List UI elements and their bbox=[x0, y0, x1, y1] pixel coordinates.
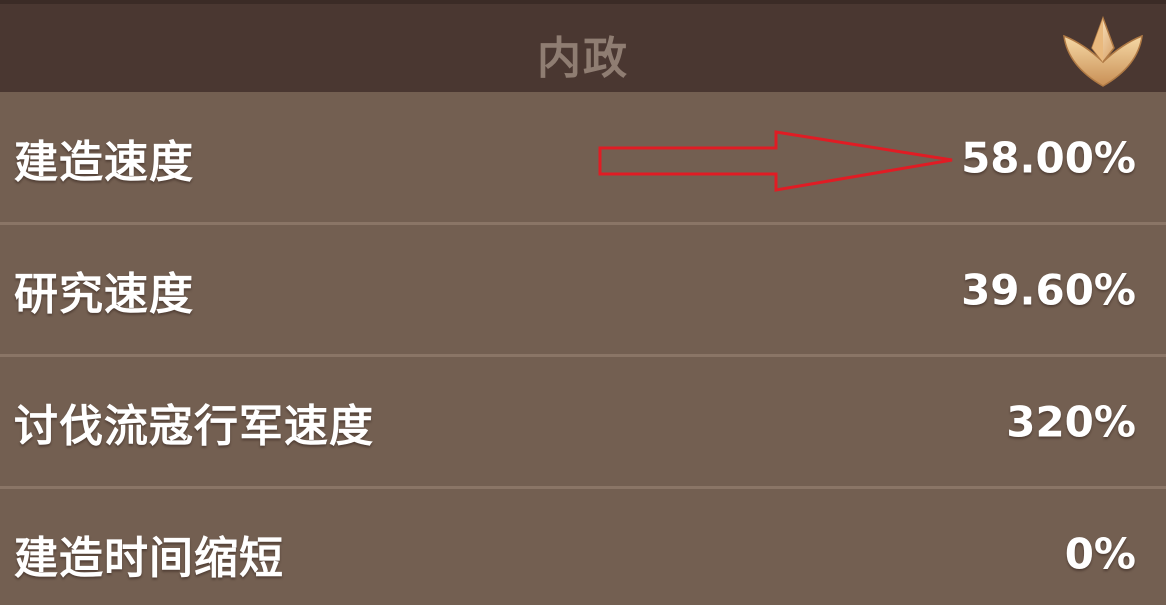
stat-label: 研究速度 bbox=[14, 269, 194, 320]
interior-stats-panel: 内政 建造速度 58.00% 研究速度 39.60% 讨伐流寇行军速度 320%… bbox=[0, 0, 1166, 605]
stat-row-march-speed: 讨伐流寇行军速度 320% bbox=[0, 356, 1166, 488]
stat-label: 建造时间缩短 bbox=[14, 533, 284, 584]
stat-row-build-time-reduction: 建造时间缩短 0% bbox=[0, 488, 1166, 605]
stat-value: 58.00% bbox=[961, 133, 1136, 183]
stat-label: 讨伐流寇行军速度 bbox=[14, 401, 374, 452]
panel-header: 内政 bbox=[0, 0, 1166, 92]
red-arrow-icon bbox=[598, 130, 953, 192]
stat-value: 320% bbox=[1006, 397, 1136, 447]
stat-label: 建造速度 bbox=[14, 137, 194, 188]
stat-row-build-speed: 建造速度 58.00% bbox=[0, 92, 1166, 224]
stat-row-research-speed: 研究速度 39.60% bbox=[0, 224, 1166, 356]
stat-value: 0% bbox=[1064, 529, 1136, 579]
gold-crest-icon[interactable] bbox=[1062, 14, 1144, 90]
stat-value: 39.60% bbox=[961, 265, 1136, 315]
panel-title: 内政 bbox=[537, 33, 629, 84]
